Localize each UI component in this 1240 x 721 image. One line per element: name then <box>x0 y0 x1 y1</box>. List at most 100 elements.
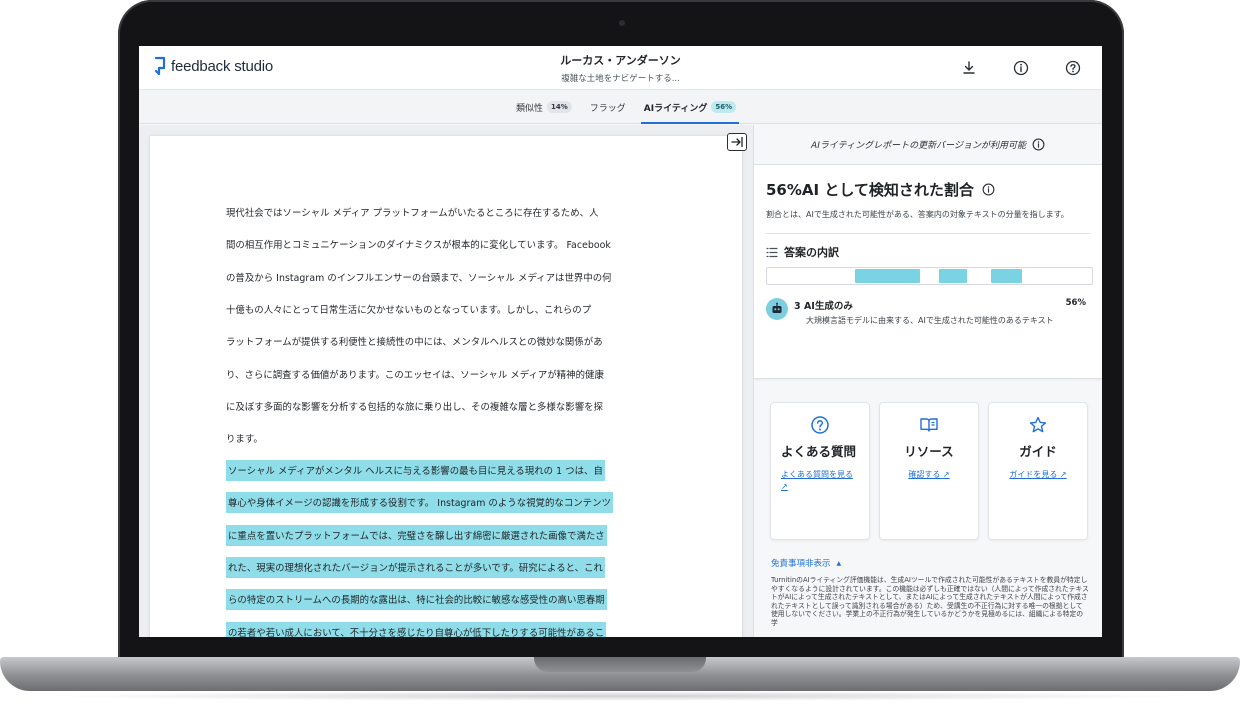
disclaimer-text: TurnitinのAIライティング評価機能は、生成AIツールで作成された可能性が… <box>771 576 1089 627</box>
line-text: に及ぼす多面的な影響を分析する包括的な旅に乗り出し、その複雑な層と多様な影響を探 <box>226 401 604 413</box>
resource-cards: よくある質問 よくある質問を見る ↗ リソース 確認する ↗ ガイド ガイドを見… <box>770 402 1088 540</box>
star-icon <box>1029 416 1047 433</box>
ai-row-description: 大規模言語モデルに由来する、AIで生成された可能性のあるテキスト <box>806 316 1054 325</box>
document-text: 現代社会ではソーシャル メディア プラットフォームがいたるところに存在するため、… <box>226 196 670 637</box>
info-icon[interactable] <box>982 183 995 196</box>
document-line: 十億もの人々にとって日常生活に欠かせないものとなっています。しかし、これらのプ <box>226 293 670 325</box>
ai-count: 3 <box>794 301 801 312</box>
logo-icon <box>154 56 166 76</box>
tab-bar: 類似性 14% フラッグ AIライティング 56% <box>139 90 1102 124</box>
expand-arrow-icon <box>731 136 743 148</box>
caret-up-icon: ▲ <box>836 559 842 567</box>
document-line: に及ぼす多面的な影響を分析する包括的な旅に乗り出し、その複雑な層と多様な影響を探 <box>226 390 670 422</box>
line-text: 十億もの人々にとって日常生活に欠かせないものとなっています。しかし、これらのプ <box>226 305 592 317</box>
ai-only-label: AI生成のみ <box>803 301 853 312</box>
line-text: ラットフォームが提供する利便性と接続性の中には、メンタルヘルスとの微妙な関係があ <box>226 337 603 349</box>
question-icon <box>811 416 829 434</box>
faq-link[interactable]: よくある質問を見る ↗ <box>781 469 859 493</box>
ai-row-label: 3 AI生成のみ <box>794 298 1066 312</box>
info-icon[interactable] <box>1012 59 1030 77</box>
robot-icon <box>766 298 788 320</box>
tab-label: フラッグ <box>589 103 626 114</box>
line-text: 尊心や身体イメージの認識を形成する役割です。 Instagram のような視覚的… <box>226 492 613 514</box>
document-line: ラットフォームが提供する利便性と接続性の中には、メンタルヘルスとの微妙な関係があ <box>226 325 670 357</box>
help-icon[interactable] <box>1064 59 1082 77</box>
highlighted-line[interactable]: らの特定のストリームへの長期的な露出は、特に社会的比較に敏感な感受性の高い思春期 <box>226 584 670 616</box>
line-text: れた、現実の理想化されたバージョンが提示されることが多いです。研究によると、これ <box>226 556 605 578</box>
ai-writing-panel: AIライティングレポートの更新バージョンが利用可能 56%AI として検知された… <box>753 125 1102 637</box>
logo[interactable]: feedback studio <box>153 56 273 76</box>
report-tabs: 類似性 14% フラッグ AIライティング 56% <box>507 90 745 124</box>
submission-breakdown-bar[interactable] <box>766 267 1093 285</box>
percentage-description: 割合とは、AIで生成された可能性がある、答案内の対象テキストの分量を指します。 <box>766 210 1069 219</box>
document-line: ります。 <box>226 422 670 454</box>
highlighted-line[interactable]: の若者や若い成人において、不十分さを感じたり自尊心が低下したりする可能性があるこ <box>226 616 670 637</box>
breakdown-heading: 答案の内訳 <box>766 244 1090 260</box>
laptop-base <box>0 657 1240 691</box>
highlighted-line[interactable]: ソーシャル メディアがメンタル ヘルスに与える影響の最も目に見える現れの 1 つ… <box>226 454 670 486</box>
guide-card[interactable]: ガイド ガイドを見る ↗ <box>988 402 1088 540</box>
tab-similarity[interactable]: 類似性 14% <box>507 90 581 124</box>
external-link-icon: ↗ <box>781 482 788 491</box>
divider <box>766 233 1090 234</box>
collapse-panel-button[interactable] <box>727 133 747 151</box>
document-line: 間の相互作用とコミュニケーションのダイナミクスが根本的に変化しています。 Fac… <box>226 228 670 260</box>
camera-dot <box>619 20 625 26</box>
document-viewer[interactable]: 現代社会ではソーシャル メディア プラットフォームがいたるところに存在するため、… <box>139 125 753 637</box>
tab-label: AIライティング <box>643 103 708 114</box>
tab-label: 類似性 <box>516 103 544 114</box>
ai-segment[interactable] <box>991 269 1023 283</box>
document-line: の普及から Instagram のインフルエンサーの台頭まで、ソーシャル メディ… <box>226 261 670 293</box>
disclaimer-toggle[interactable]: 免責事項非表示 ▲ <box>771 557 841 569</box>
resources-link[interactable]: 確認する ↗ <box>890 469 968 481</box>
logo-text: feedback studio <box>171 57 274 75</box>
line-text: 間の相互作用とコミュニケーションのダイナミクスが根本的に変化しています。 Fac… <box>226 240 611 252</box>
ai-generated-row[interactable]: 3 AI生成のみ 大規模言語モデルに由来する、AIで生成された可能性のあるテキス… <box>766 298 1090 327</box>
app-screen: feedback studio ルーカス・アンダーソン 複雑な土地をナビゲートす… <box>139 46 1102 637</box>
update-notice[interactable]: AIライティングレポートの更新バージョンが利用可能 <box>754 125 1102 165</box>
document-line: 現代社会ではソーシャル メディア プラットフォームがいたるところに存在するため、… <box>226 196 670 228</box>
ai-segment[interactable] <box>939 269 967 283</box>
list-icon <box>766 247 778 257</box>
tab-flags[interactable]: フラッグ <box>581 90 635 124</box>
highlighted-line[interactable]: れた、現実の理想化されたバージョンが提示されることが多いです。研究によると、これ <box>226 551 670 583</box>
guide-title: ガイド <box>1019 444 1057 459</box>
line-text: ソーシャル メディアがメンタル ヘルスに与える影響の最も目に見える現れの 1 つ… <box>226 460 605 482</box>
line-text: ります。 <box>226 434 263 446</box>
app-header: feedback studio ルーカス・アンダーソン 複雑な土地をナビゲートす… <box>139 46 1102 90</box>
laptop-notch <box>534 657 706 672</box>
resources-card[interactable]: リソース 確認する ↗ <box>879 402 979 540</box>
student-name: ルーカス・アンダーソン <box>560 54 681 67</box>
disclaimer-toggle-label: 免責事項非表示 <box>771 559 831 569</box>
highlighted-line[interactable]: に重点を置いたプラットフォームでは、完璧さを醸し出す綿密に厳選された画像で満たさ <box>226 519 670 551</box>
ai-segment[interactable] <box>854 269 920 283</box>
line-text: の普及から Instagram のインフルエンサーの台頭まで、ソーシャル メディ… <box>226 272 612 284</box>
book-icon <box>920 418 938 432</box>
ai-percentage-heading: 56%AI として検知された割合 <box>766 179 1090 200</box>
ai-row-content: 3 AI生成のみ 大規模言語モデルに由来する、AIで生成された可能性のあるテキス… <box>794 298 1066 327</box>
document-line: り、さらに調査する価値があります。このエッセイは、ソーシャル メディアが精神的健… <box>226 357 670 389</box>
breakdown-title: 答案の内訳 <box>784 246 839 259</box>
external-link-icon: ↗ <box>940 470 950 479</box>
line-text: に重点を置いたプラットフォームでは、完璧さを醸し出す綿密に厳選された画像で満たさ <box>226 524 607 546</box>
guide-link-text: ガイドを見る <box>1009 470 1058 479</box>
line-text: り、さらに調査する価値があります。このエッセイは、ソーシャル メディアが精神的健… <box>226 369 604 381</box>
download-icon[interactable] <box>960 59 978 77</box>
resources-title: リソース <box>904 444 954 459</box>
faq-link-text: よくある質問を見る <box>781 470 853 479</box>
line-text: の若者や若い成人において、不十分さを感じたり自尊心が低下したりする可能性があるこ <box>226 621 607 637</box>
ai-percentage-title: 56%AI として検知された割合 <box>766 181 974 199</box>
info-icon[interactable] <box>1032 138 1045 151</box>
ai-writing-badge: 56% <box>711 101 737 113</box>
highlighted-line[interactable]: 尊心や身体イメージの認識を形成する役割です。 Instagram のような視覚的… <box>226 487 670 519</box>
laptop-shadow <box>40 691 1200 701</box>
tab-ai-writing[interactable]: AIライティング 56% <box>635 90 745 124</box>
guide-link[interactable]: ガイドを見る ↗ <box>999 469 1077 481</box>
line-text: らの特定のストリームへの長期的な露出は、特に社会的比較に敏感な感受性の高い思春期 <box>226 589 607 611</box>
faq-title: よくある質問 <box>781 444 857 459</box>
header-actions <box>960 59 1082 77</box>
document-page: 現代社会ではソーシャル メディア プラットフォームがいたるところに存在するため、… <box>150 136 742 637</box>
line-text: 現代社会ではソーシャル メディア プラットフォームがいたるところに存在するため、… <box>226 208 599 220</box>
faq-card[interactable]: よくある質問 よくある質問を見る ↗ <box>770 402 870 540</box>
ai-percentage: 56% <box>1065 298 1086 308</box>
